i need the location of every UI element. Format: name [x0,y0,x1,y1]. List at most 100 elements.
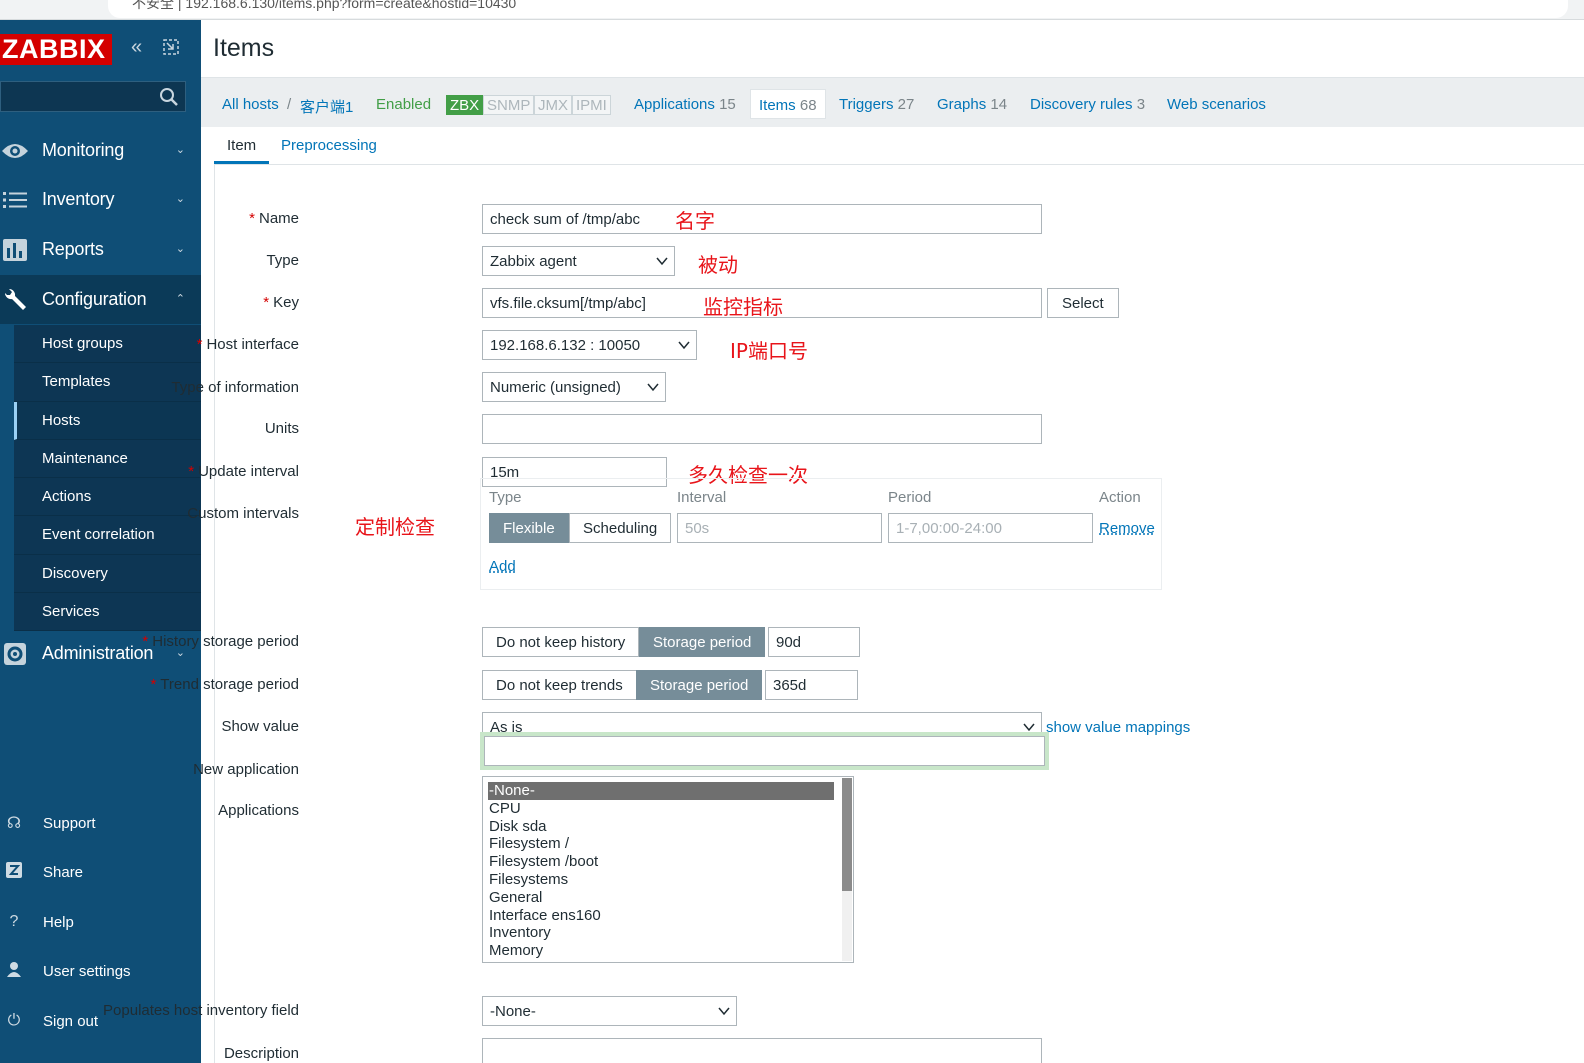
host-interface-select[interactable]: 192.168.6.132 : 10050 [482,330,697,360]
breadcrumb-host[interactable]: 客户端1 [300,96,353,117]
trends-do-not-keep-toggle[interactable]: Do not keep trends [482,670,637,700]
applications-scrollbar[interactable] [842,778,852,961]
sidebar-support[interactable]: ☊ Support [0,803,201,843]
custom-period-input[interactable]: 1-7,00:00-24:00 [888,513,1093,543]
chevron-down-icon: ⌄ [175,243,185,255]
submenu-services[interactable]: Services [14,593,201,632]
submenu-actions[interactable]: Actions [14,478,201,517]
nav-items[interactable]: Items 68 [750,89,826,119]
application-option[interactable]: Filesystem /boot [483,853,835,871]
nav-discovery-rules[interactable]: Discovery rules 3 [1030,96,1145,113]
chevron-up-icon: ⌃ [175,293,185,305]
menu-reports[interactable]: Reports ⌄ [0,225,201,274]
submenu-event-correlation[interactable]: Event correlation [14,516,201,555]
application-option[interactable]: General [483,889,835,907]
menu-label: Configuration [42,289,147,309]
annotation-type: 被动 [698,253,738,277]
units-input[interactable] [482,414,1042,444]
status-badge[interactable]: Enabled [376,96,431,113]
nav-web-scenarios-label: Web scenarios [1167,96,1266,113]
show-value-mappings-link[interactable]: show value mappings [1046,719,1190,736]
description-textarea[interactable] [482,1038,1042,1063]
user-icon [0,961,28,982]
nav-web-scenarios[interactable]: Web scenarios [1167,96,1266,113]
availability-jmx: JMX [534,95,572,115]
application-option[interactable]: Filesystems [483,871,835,889]
nav-applications[interactable]: Applications 15 [634,96,736,113]
application-option[interactable]: CPU [483,800,835,818]
name-input[interactable]: check sum of /tmp/abc [482,204,1042,234]
remove-interval-link[interactable]: Remove [1099,520,1155,537]
history-period-input[interactable]: 90d [768,627,860,657]
nav-discovery-rules-count: 3 [1136,96,1146,113]
submenu-discovery[interactable]: Discovery [14,554,201,594]
menu-monitoring[interactable]: Monitoring ⌄ [0,126,201,175]
application-option[interactable]: Memory [483,942,835,960]
menu-inventory[interactable]: Inventory ⌄ [0,175,201,224]
application-option[interactable]: Disk sda [483,818,835,836]
page-title: Items [213,34,275,62]
sidebar-help[interactable]: ? Help [0,902,201,942]
search-input[interactable] [1,82,151,111]
custom-header-interval: Interval [677,489,727,506]
nav-graphs[interactable]: Graphs 14 [937,96,1007,113]
history-do-not-keep-toggle[interactable]: Do not keep history [482,627,640,657]
nav-triggers[interactable]: Triggers 27 [839,96,914,113]
zabbix-logo[interactable]: ZABBIX [0,34,112,65]
key-label: * Key [263,294,299,311]
scheduling-toggle[interactable]: Scheduling [569,513,672,543]
units-label: Units [264,420,299,437]
host-navigation: All hosts / 客户端1 Enabled ZBX SNMP JMX IP… [201,77,1584,127]
menu-configuration[interactable]: Configuration ⌃ [0,275,201,324]
chevron-down-icon [647,383,659,392]
kiosk-mode-icon[interactable] [162,38,180,61]
configuration-submenu: Host groups Templates Hosts Maintenance … [14,325,201,632]
chevron-down-icon [656,257,668,266]
sidebar-user-settings[interactable]: User settings [0,951,201,991]
new-application-input[interactable] [484,736,1045,766]
flexible-toggle[interactable]: Flexible [489,513,569,543]
submenu-hosts[interactable]: Hosts [14,401,201,440]
chevron-down-icon: ⌄ [175,193,185,205]
help-icon: ? [9,913,19,930]
add-interval-link[interactable]: Add [489,558,516,575]
custom-intervals-label: Custom intervals [187,505,299,522]
availability-snmp: SNMP [483,95,535,115]
submenu-maintenance[interactable]: Maintenance [14,439,201,479]
submenu-host-groups[interactable]: Host groups [14,325,201,364]
menu-label: Monitoring [42,140,125,160]
tab-preprocessing[interactable]: Preprocessing [281,137,377,154]
sidebar-share-label: Share [43,863,84,881]
trends-storage-period-toggle[interactable]: Storage period [636,670,763,700]
scrollbar-thumb[interactable] [842,778,852,891]
browser-address-bar[interactable]: 不安全 | 192.168.6.130/items.php?form=creat… [108,0,1568,18]
inventory-field-select[interactable]: -None- [482,996,737,1026]
nav-triggers-label: Triggers [839,96,894,113]
collapse-sidebar-icon[interactable]: « [131,36,142,59]
url-text: 192.168.6.130/items.php?form=create&host… [185,0,517,11]
application-option[interactable]: -None- [488,782,834,800]
menu-label: Reports [42,239,104,259]
search-icon[interactable] [159,87,179,107]
application-option[interactable]: Inventory [483,924,835,942]
key-select-button[interactable]: Select [1047,288,1119,318]
type-value: Zabbix agent [490,253,577,270]
application-option[interactable]: Interface ens160 [483,907,835,925]
type-label: Type [266,252,299,269]
custom-header-type: Type [489,489,522,506]
breadcrumb-all-hosts[interactable]: All hosts [222,96,279,113]
history-storage-period-toggle[interactable]: Storage period [639,627,766,657]
custom-interval-input[interactable]: 50s [677,513,882,543]
show-value-label: Show value [221,718,299,735]
type-of-information-select[interactable]: Numeric (unsigned) [482,372,666,402]
browser-toolbar: 不安全 | 192.168.6.130/items.php?form=creat… [0,0,1584,20]
bar-chart-icon [0,235,30,265]
sidebar-share[interactable]: Share [0,852,201,892]
trends-period-input[interactable]: 365d [765,670,858,700]
tab-item[interactable]: Item [227,137,256,154]
applications-listbox[interactable]: -None- CPU Disk sda Filesystem / Filesys… [482,776,854,963]
nav-graphs-label: Graphs [937,96,987,113]
gear-icon [0,639,30,669]
application-option[interactable]: Filesystem / [483,835,835,853]
type-select[interactable]: Zabbix agent [482,246,675,276]
